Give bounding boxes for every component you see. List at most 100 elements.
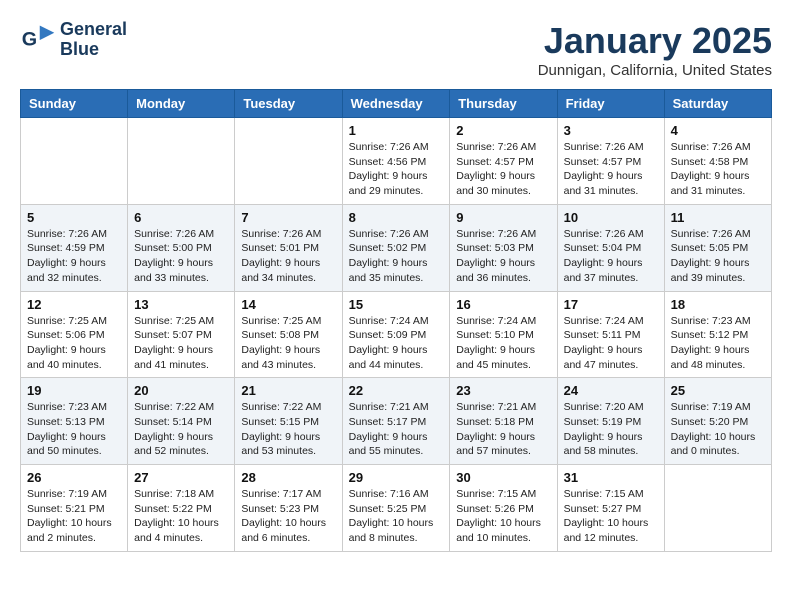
day-number: 20 [134,383,228,398]
calendar-cell: 12 Sunrise: 7:25 AM Sunset: 5:06 PM Dayli… [21,291,128,378]
day-info: Sunrise: 7:25 AM Sunset: 5:08 PM Dayligh… [241,314,335,373]
day-number: 31 [564,470,658,485]
day-info: Sunrise: 7:17 AM Sunset: 5:23 PM Dayligh… [241,487,335,546]
day-info: Sunrise: 7:19 AM Sunset: 5:21 PM Dayligh… [27,487,121,546]
day-number: 2 [456,123,550,138]
calendar-cell: 3 Sunrise: 7:26 AM Sunset: 4:57 PM Daylig… [557,118,664,205]
calendar-cell: 10 Sunrise: 7:26 AM Sunset: 5:04 PM Dayli… [557,204,664,291]
calendar-cell: 25Sunrise: 7:19 AM Sunset: 5:20 PM Dayli… [664,378,771,465]
calendar-cell: 6 Sunrise: 7:26 AM Sunset: 5:00 PM Daylig… [128,204,235,291]
day-info: Sunrise: 7:26 AM Sunset: 5:05 PM Dayligh… [671,227,765,286]
day-number: 30 [456,470,550,485]
day-number: 19 [27,383,121,398]
calendar-cell: 7 Sunrise: 7:26 AM Sunset: 5:01 PM Daylig… [235,204,342,291]
calendar-cell: 31 Sunrise: 7:15 AM Sunset: 5:27 PM Dayli… [557,465,664,552]
calendar-header-monday: Monday [128,90,235,118]
calendar-header-wednesday: Wednesday [342,90,450,118]
day-info: Sunrise: 7:25 AM Sunset: 5:06 PM Dayligh… [27,314,121,373]
day-number: 4 [671,123,765,138]
calendar-cell: 26 Sunrise: 7:19 AM Sunset: 5:21 PM Dayli… [21,465,128,552]
calendar-week-row: 19Sunrise: 7:23 AM Sunset: 5:13 PM Dayli… [21,378,772,465]
day-number: 14 [241,297,335,312]
calendar-cell: 23 Sunrise: 7:21 AM Sunset: 5:18 PM Dayli… [450,378,557,465]
calendar-week-row: 12 Sunrise: 7:25 AM Sunset: 5:06 PM Dayli… [21,291,772,378]
day-number: 22 [349,383,444,398]
calendar-cell: 16Sunrise: 7:24 AM Sunset: 5:10 PM Dayli… [450,291,557,378]
day-number: 18 [671,297,765,312]
calendar-cell: 14 Sunrise: 7:25 AM Sunset: 5:08 PM Dayli… [235,291,342,378]
calendar-table: SundayMondayTuesdayWednesdayThursdayFrid… [20,89,772,552]
day-number: 11 [671,210,765,225]
calendar-week-row: 1Sunrise: 7:26 AM Sunset: 4:56 PM Daylig… [21,118,772,205]
day-number: 9 [456,210,550,225]
day-number: 15 [349,297,444,312]
day-number: 24 [564,383,658,398]
calendar-header-sunday: Sunday [21,90,128,118]
day-info: Sunrise: 7:21 AM Sunset: 5:18 PM Dayligh… [456,400,550,459]
day-info: Sunrise: 7:19 AM Sunset: 5:20 PM Dayligh… [671,400,765,459]
calendar-header-tuesday: Tuesday [235,90,342,118]
calendar-cell: 24 Sunrise: 7:20 AM Sunset: 5:19 PM Dayli… [557,378,664,465]
svg-text:G: G [22,28,37,50]
calendar-cell: 2 Sunrise: 7:26 AM Sunset: 4:57 PM Daylig… [450,118,557,205]
day-number: 6 [134,210,228,225]
day-info: Sunrise: 7:26 AM Sunset: 5:01 PM Dayligh… [241,227,335,286]
day-number: 17 [564,297,658,312]
day-info: Sunrise: 7:26 AM Sunset: 5:03 PM Dayligh… [456,227,550,286]
day-info: Sunrise: 7:15 AM Sunset: 5:26 PM Dayligh… [456,487,550,546]
day-number: 12 [27,297,121,312]
calendar-cell: 5Sunrise: 7:26 AM Sunset: 4:59 PM Daylig… [21,204,128,291]
calendar-cell: 30 Sunrise: 7:15 AM Sunset: 5:26 PM Dayli… [450,465,557,552]
calendar-cell: 11 Sunrise: 7:26 AM Sunset: 5:05 PM Dayli… [664,204,771,291]
day-info: Sunrise: 7:15 AM Sunset: 5:27 PM Dayligh… [564,487,658,546]
logo-icon: G [20,22,56,58]
day-info: Sunrise: 7:22 AM Sunset: 5:14 PM Dayligh… [134,400,228,459]
day-info: Sunrise: 7:20 AM Sunset: 5:19 PM Dayligh… [564,400,658,459]
calendar-header-saturday: Saturday [664,90,771,118]
calendar-week-row: 5Sunrise: 7:26 AM Sunset: 4:59 PM Daylig… [21,204,772,291]
calendar-cell: 18 Sunrise: 7:23 AM Sunset: 5:12 PM Dayli… [664,291,771,378]
logo-line2: Blue [60,40,127,60]
day-number: 1 [349,123,444,138]
day-number: 8 [349,210,444,225]
day-number: 28 [241,470,335,485]
calendar-cell: 1Sunrise: 7:26 AM Sunset: 4:56 PM Daylig… [342,118,450,205]
calendar-cell: 13Sunrise: 7:25 AM Sunset: 5:07 PM Dayli… [128,291,235,378]
day-number: 3 [564,123,658,138]
day-info: Sunrise: 7:22 AM Sunset: 5:15 PM Dayligh… [241,400,335,459]
location: Dunnigan, California, United States [538,62,772,79]
day-info: Sunrise: 7:26 AM Sunset: 5:00 PM Dayligh… [134,227,228,286]
calendar-cell: 19Sunrise: 7:23 AM Sunset: 5:13 PM Dayli… [21,378,128,465]
day-number: 29 [349,470,444,485]
calendar-cell: 4Sunrise: 7:26 AM Sunset: 4:58 PM Daylig… [664,118,771,205]
logo-line1: General [60,20,127,40]
page-header: G General Blue January 2025 Dunnigan, Ca… [20,20,772,79]
day-info: Sunrise: 7:26 AM Sunset: 4:57 PM Dayligh… [456,140,550,199]
calendar-cell: 29 Sunrise: 7:16 AM Sunset: 5:25 PM Dayli… [342,465,450,552]
day-info: Sunrise: 7:21 AM Sunset: 5:17 PM Dayligh… [349,400,444,459]
calendar-cell: 15Sunrise: 7:24 AM Sunset: 5:09 PM Dayli… [342,291,450,378]
day-number: 26 [27,470,121,485]
day-info: Sunrise: 7:26 AM Sunset: 4:57 PM Dayligh… [564,140,658,199]
calendar-cell [235,118,342,205]
calendar-cell: 28 Sunrise: 7:17 AM Sunset: 5:23 PM Dayli… [235,465,342,552]
day-number: 10 [564,210,658,225]
day-info: Sunrise: 7:26 AM Sunset: 5:04 PM Dayligh… [564,227,658,286]
day-info: Sunrise: 7:16 AM Sunset: 5:25 PM Dayligh… [349,487,444,546]
calendar-cell: 17 Sunrise: 7:24 AM Sunset: 5:11 PM Dayli… [557,291,664,378]
calendar-cell: 8Sunrise: 7:26 AM Sunset: 5:02 PM Daylig… [342,204,450,291]
day-number: 21 [241,383,335,398]
day-info: Sunrise: 7:25 AM Sunset: 5:07 PM Dayligh… [134,314,228,373]
month-title: January 2025 [538,20,772,62]
day-info: Sunrise: 7:18 AM Sunset: 5:22 PM Dayligh… [134,487,228,546]
day-number: 16 [456,297,550,312]
day-number: 23 [456,383,550,398]
day-number: 7 [241,210,335,225]
calendar-week-row: 26 Sunrise: 7:19 AM Sunset: 5:21 PM Dayli… [21,465,772,552]
day-info: Sunrise: 7:23 AM Sunset: 5:12 PM Dayligh… [671,314,765,373]
calendar-cell: 20 Sunrise: 7:22 AM Sunset: 5:14 PM Dayli… [128,378,235,465]
day-number: 5 [27,210,121,225]
calendar-cell [664,465,771,552]
day-info: Sunrise: 7:24 AM Sunset: 5:11 PM Dayligh… [564,314,658,373]
logo: G General Blue [20,20,127,60]
